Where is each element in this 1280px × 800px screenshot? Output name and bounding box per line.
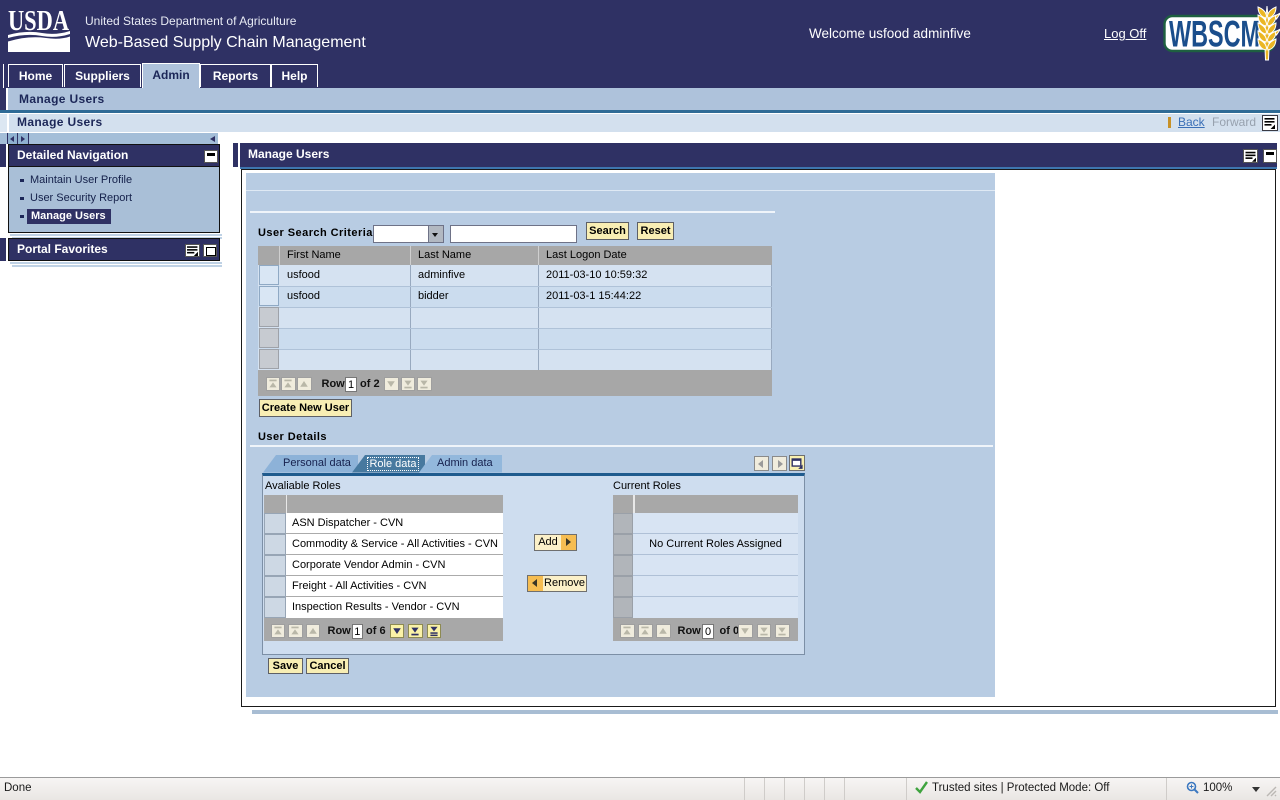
svg-text:WBSCM: WBSCM: [1169, 13, 1260, 55]
